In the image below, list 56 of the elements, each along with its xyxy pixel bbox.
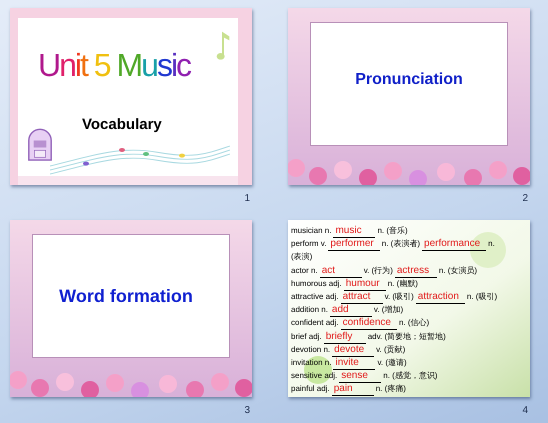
answer-text: sense	[339, 370, 382, 384]
vocab-text: humorous adj.	[291, 278, 342, 290]
vocab-text: n. (音乐)	[377, 225, 408, 237]
slide-number: 1	[244, 193, 250, 205]
vocab-text: v. (增加)	[374, 304, 404, 316]
vocab-text: sensitive adj.	[291, 370, 338, 382]
slide-number: 3	[244, 405, 250, 417]
jukebox-drawing	[26, 126, 54, 162]
answer-text: actress	[394, 264, 437, 278]
answer-text: devote	[332, 344, 374, 357]
vocab-text: brief adj.	[291, 330, 322, 342]
answer-text: invite	[333, 356, 376, 370]
vocab-text: n. (幽默)	[388, 278, 418, 290]
vocab-text: n. (信心)	[398, 317, 430, 330]
slide-thumbnail[interactable]	[288, 220, 530, 397]
vocab-text: attractive adj.	[291, 290, 339, 303]
answer-text: humour	[344, 278, 386, 291]
vocab-text: musician n.	[291, 225, 332, 237]
vocab-text: v. (贡献)	[376, 344, 406, 356]
slide-heading: Pronunciation	[355, 71, 463, 89]
vocab-text: n. (感觉，意识)	[383, 370, 438, 382]
answer-text: pain	[332, 383, 374, 396]
slide-number: 4	[522, 405, 528, 417]
vocab-text: n. (表演者)	[382, 238, 420, 250]
vocab-text: v. (邀请)	[377, 356, 407, 369]
slide-thumbnail[interactable]: Unit 5 Music Vocabulary	[10, 8, 252, 185]
slide-title: Unit 5 Music	[38, 46, 190, 85]
vocab-text: perform v.	[291, 238, 326, 250]
slide-number: 2	[522, 193, 528, 205]
answer-text: attract	[340, 290, 383, 304]
answer-text: performance	[422, 238, 486, 252]
answer-text: music	[333, 225, 376, 238]
vocab-text: (表演)	[291, 251, 312, 264]
vocab-text: n.	[488, 238, 495, 250]
vocab-text: v. (吸引)	[384, 290, 414, 303]
slide-thumbnail[interactable]: Pronunciation	[288, 8, 530, 185]
answer-text: briefly	[324, 330, 366, 344]
answer-text: attraction	[416, 290, 465, 304]
vocab-text: devotion n.	[291, 344, 330, 356]
answer-text: performer	[328, 238, 380, 252]
vocab-text: actor n.	[291, 264, 318, 277]
vocab-text: v. (行为)	[364, 264, 393, 277]
slide-thumbnail[interactable]: Word formation	[10, 220, 252, 397]
vocab-text: adv. (简要地；短暂地)	[368, 330, 446, 342]
vocab-text: addition n.	[291, 304, 328, 316]
vocab-text: invitation n.	[291, 356, 332, 369]
slide-subtitle: Vocabulary	[82, 116, 162, 133]
answer-text: act	[320, 264, 362, 278]
vocab-text: n. (女演员)	[438, 264, 478, 277]
answer-text: confidence	[340, 317, 397, 330]
vocab-text: n. (吸引)	[466, 290, 498, 303]
vocab-text: confident adj.	[291, 317, 339, 330]
vocab-text: painful adj.	[291, 383, 330, 396]
slide-heading: Word formation	[59, 286, 193, 306]
answer-text: add	[330, 304, 372, 318]
vocab-text: n. (疼痛)	[376, 383, 406, 396]
